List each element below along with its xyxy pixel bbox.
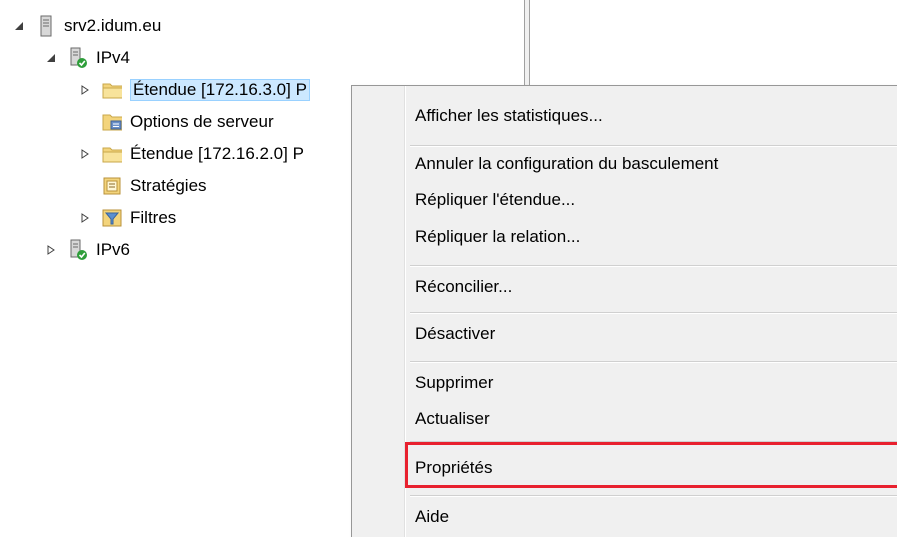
menu-item-reconcile[interactable]: Réconcilier... — [352, 269, 897, 305]
expanded-arrow-icon[interactable] — [12, 19, 26, 33]
folder-icon — [102, 80, 122, 100]
menu-item-deactivate[interactable]: Désactiver — [352, 316, 897, 352]
tree-node-policies[interactable]: Stratégies — [102, 173, 207, 199]
tree-node-server-options[interactable]: Options de serveur — [102, 109, 274, 135]
policies-icon — [102, 176, 122, 196]
menu-separator — [410, 495, 897, 497]
server-label: srv2.idum.eu — [64, 16, 162, 35]
pane-splitter[interactable] — [524, 0, 530, 85]
ipv4-label: IPv4 — [96, 48, 131, 67]
collapsed-arrow-icon[interactable] — [78, 147, 92, 161]
properties-highlight-box — [405, 442, 897, 488]
tree-node-filters[interactable]: Filtres — [78, 205, 176, 231]
expanded-arrow-icon[interactable] — [44, 51, 58, 65]
menu-item-help[interactable]: Aide — [352, 499, 897, 535]
server-icon — [36, 15, 56, 37]
scope1-label: Étendue [172.16.3.0] P — [130, 79, 310, 101]
ipv6-icon — [68, 239, 88, 260]
tree-node-scope-172-16-3-0[interactable]: Étendue [172.16.3.0] P — [78, 77, 310, 103]
menu-item-cancel-failover[interactable]: Annuler la configuration du basculement — [352, 146, 897, 182]
menu-item-delete[interactable]: Supprimer — [352, 365, 897, 401]
collapsed-arrow-icon[interactable] — [44, 243, 58, 257]
tree-node-server[interactable]: srv2.idum.eu — [12, 13, 161, 39]
menu-item-refresh[interactable]: Actualiser — [352, 401, 897, 437]
menu-separator — [410, 265, 897, 267]
scope2-label: Étendue [172.16.2.0] P — [130, 144, 304, 163]
filters-label: Filtres — [130, 208, 177, 227]
collapsed-arrow-icon[interactable] — [78, 211, 92, 225]
menu-item-replicate-scope[interactable]: Répliquer l'étendue... — [352, 182, 897, 218]
folder-icon — [102, 144, 122, 164]
options-icon — [102, 112, 122, 132]
server-options-label: Options de serveur — [130, 112, 274, 131]
collapsed-arrow-icon[interactable] — [78, 83, 92, 97]
ipv6-label: IPv6 — [96, 240, 131, 259]
tree-node-ipv4[interactable]: IPv4 — [44, 45, 130, 71]
menu-item-replicate-relation[interactable]: Répliquer la relation... — [352, 219, 897, 255]
ipv4-icon — [68, 47, 88, 68]
tree-node-ipv6[interactable]: IPv6 — [44, 237, 130, 263]
tree-node-scope-172-16-2-0[interactable]: Étendue [172.16.2.0] P — [78, 141, 304, 167]
menu-item-statistics[interactable]: Afficher les statistiques... — [352, 98, 897, 134]
menu-separator — [410, 312, 897, 314]
menu-separator — [410, 361, 897, 363]
filter-icon — [102, 208, 122, 228]
policies-label: Stratégies — [130, 176, 207, 195]
